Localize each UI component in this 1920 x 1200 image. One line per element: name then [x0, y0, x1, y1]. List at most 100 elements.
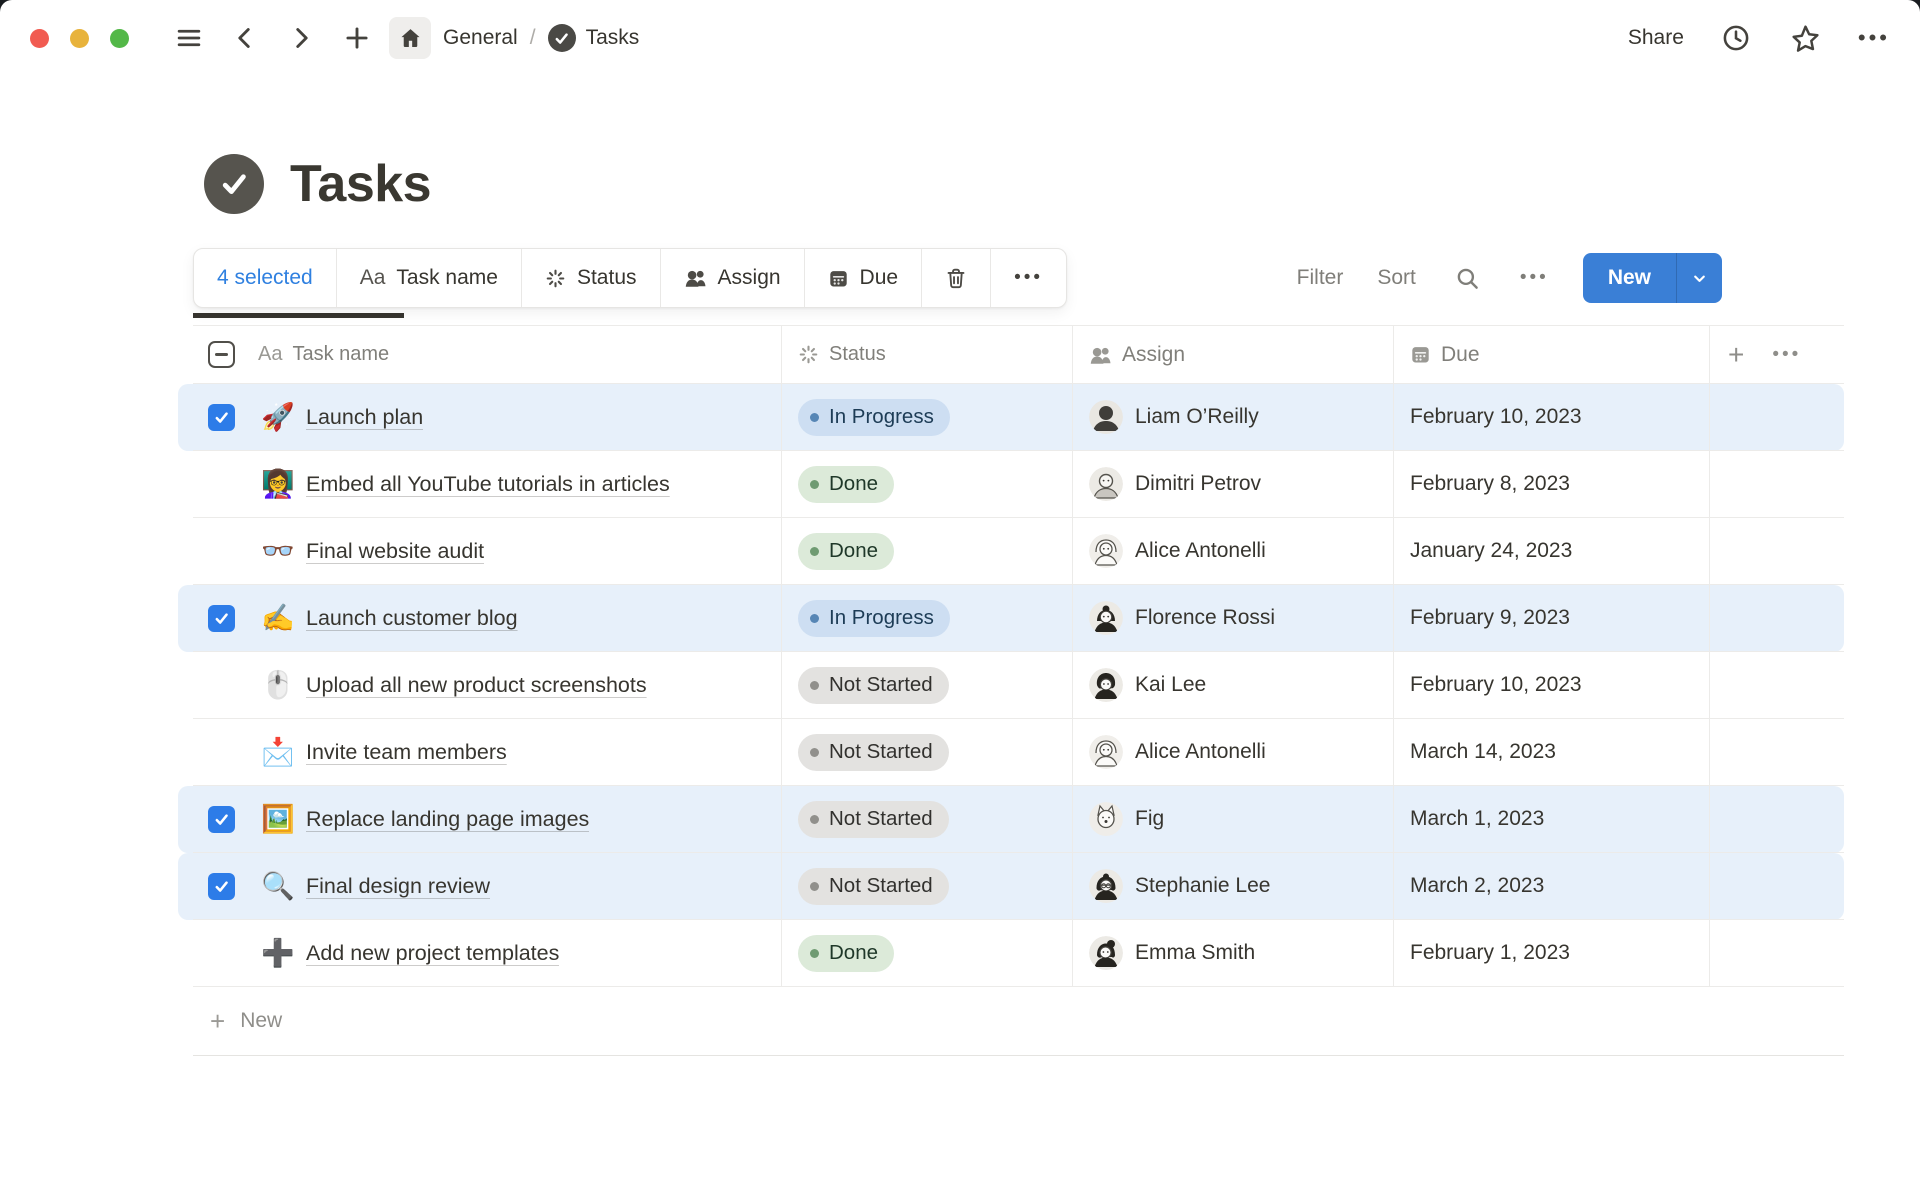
assign-cell[interactable]: Emma Smith	[1073, 920, 1394, 987]
forward-icon[interactable]	[283, 20, 319, 56]
status-pill[interactable]: Not Started	[798, 868, 949, 905]
property-status-button[interactable]: Status	[522, 249, 661, 307]
table-row[interactable]: 🚀 Launch plan In Progress Liam O’Reilly …	[193, 384, 1844, 451]
page-title[interactable]: Tasks	[290, 154, 431, 214]
due-cell[interactable]: March 14, 2023	[1394, 719, 1710, 786]
due-cell[interactable]: February 8, 2023	[1394, 451, 1710, 518]
breadcrumb-separator: /	[528, 26, 538, 50]
property-due-button[interactable]: Due	[805, 249, 923, 307]
close-window-button[interactable]	[30, 29, 49, 48]
status-cell[interactable]: Not Started	[782, 652, 1073, 719]
status-pill[interactable]: Not Started	[798, 667, 949, 704]
due-cell[interactable]: February 10, 2023	[1394, 652, 1710, 719]
due-cell[interactable]: March 2, 2023	[1394, 853, 1710, 920]
task-title-link[interactable]: Final design review	[306, 874, 490, 899]
due-cell[interactable]: March 1, 2023	[1394, 786, 1710, 853]
due-cell[interactable]: January 24, 2023	[1394, 518, 1710, 585]
status-dot	[810, 815, 819, 824]
task-title-link[interactable]: Launch customer blog	[306, 606, 518, 631]
table-row[interactable]: 📩 Invite team members Not Started Alice …	[193, 719, 1844, 786]
property-task-name-button[interactable]: Aa Task name	[337, 249, 522, 307]
sidebar-menu-icon[interactable]	[171, 20, 207, 56]
column-header-assign[interactable]: Assign	[1122, 343, 1185, 367]
status-cell[interactable]: In Progress	[782, 384, 1073, 451]
assign-cell[interactable]: Liam O’Reilly	[1073, 384, 1394, 451]
favorite-star-icon[interactable]	[1788, 20, 1824, 56]
table-row[interactable]: 🔍 Final design review Not Started Stepha…	[193, 853, 1844, 920]
share-button[interactable]: Share	[1628, 26, 1684, 50]
task-title-link[interactable]: Embed all YouTube tutorials in articles	[306, 472, 670, 497]
due-cell[interactable]: February 1, 2023	[1394, 920, 1710, 987]
new-dropdown-chevron-icon[interactable]	[1677, 269, 1722, 288]
sort-button[interactable]: Sort	[1377, 266, 1416, 290]
table-options-icon[interactable]: •••	[1772, 344, 1801, 366]
status-pill[interactable]: Done	[798, 466, 894, 503]
row-checkbox-checked[interactable]	[208, 605, 235, 632]
task-title-link[interactable]: Invite team members	[306, 740, 507, 765]
status-cell[interactable]: Not Started	[782, 853, 1073, 920]
assign-cell[interactable]: Florence Rossi	[1073, 585, 1394, 652]
property-assign-button[interactable]: Assign	[661, 249, 805, 307]
filter-button[interactable]: Filter	[1297, 266, 1344, 290]
row-extra-cell	[1710, 786, 1844, 853]
table-row[interactable]: ➕ Add new project templates Done Emma Sm…	[193, 920, 1844, 987]
status-cell[interactable]: In Progress	[782, 585, 1073, 652]
status-pill[interactable]: Not Started	[798, 734, 949, 771]
assign-cell[interactable]: Dimitri Petrov	[1073, 451, 1394, 518]
breadcrumb-page[interactable]: Tasks	[586, 26, 640, 50]
assign-cell[interactable]: Stephanie Lee	[1073, 853, 1394, 920]
assign-cell[interactable]: Alice Antonelli	[1073, 518, 1394, 585]
column-header-status[interactable]: Status	[829, 343, 886, 366]
selected-count-button[interactable]: 4 selected	[194, 249, 337, 307]
table-row[interactable]: 🖼️ Replace landing page images Not Start…	[193, 786, 1844, 853]
task-title-link[interactable]: Final website audit	[306, 539, 484, 564]
breadcrumb-section[interactable]: General	[443, 26, 518, 50]
home-button[interactable]	[389, 17, 431, 59]
status-pill[interactable]: Done	[798, 935, 894, 972]
column-header-task-name[interactable]: Task name	[292, 343, 389, 366]
row-checkbox-checked[interactable]	[208, 404, 235, 431]
row-checkbox-checked[interactable]	[208, 873, 235, 900]
task-emoji: 🖼️	[259, 806, 297, 833]
minimize-window-button[interactable]	[70, 29, 89, 48]
status-pill[interactable]: In Progress	[798, 399, 950, 436]
status-pill[interactable]: In Progress	[798, 600, 950, 637]
status-cell[interactable]: Not Started	[782, 719, 1073, 786]
assign-cell[interactable]: Kai Lee	[1073, 652, 1394, 719]
status-cell[interactable]: Done	[782, 451, 1073, 518]
status-cell[interactable]: Done	[782, 518, 1073, 585]
delete-button[interactable]	[922, 249, 991, 307]
table-row[interactable]: 👓 Final website audit Done Alice Antonel…	[193, 518, 1844, 585]
task-title-link[interactable]: Upload all new product screenshots	[306, 673, 647, 698]
assign-cell[interactable]: Fig	[1073, 786, 1394, 853]
new-page-plus-icon[interactable]	[339, 20, 375, 56]
table-row[interactable]: 🖱️ Upload all new product screenshots No…	[193, 652, 1844, 719]
add-new-row-button[interactable]: + New	[193, 987, 1844, 1056]
column-header-due[interactable]: Due	[1441, 343, 1480, 367]
task-title-link[interactable]: Replace landing page images	[306, 807, 589, 832]
view-more-icon[interactable]: •••	[1520, 267, 1549, 289]
status-pill[interactable]: Not Started	[798, 801, 949, 838]
assign-cell[interactable]: Alice Antonelli	[1073, 719, 1394, 786]
table-row[interactable]: 👩‍🏫 Embed all YouTube tutorials in artic…	[193, 451, 1844, 518]
toolbar-more-button[interactable]: •••	[991, 249, 1066, 307]
task-title-link[interactable]: Launch plan	[306, 405, 423, 430]
status-cell[interactable]: Done	[782, 920, 1073, 987]
history-clock-icon[interactable]	[1718, 20, 1754, 56]
due-cell[interactable]: February 10, 2023	[1394, 384, 1710, 451]
search-icon[interactable]	[1450, 260, 1486, 296]
task-emoji: 🖱️	[259, 672, 297, 699]
status-cell[interactable]: Not Started	[782, 786, 1073, 853]
back-icon[interactable]	[227, 20, 263, 56]
status-pill[interactable]: Done	[798, 533, 894, 570]
due-cell[interactable]: February 9, 2023	[1394, 585, 1710, 652]
zoom-window-button[interactable]	[110, 29, 129, 48]
page-icon-check-circle[interactable]	[204, 154, 264, 214]
new-button[interactable]: New	[1583, 253, 1722, 303]
select-all-checkbox[interactable]	[208, 341, 235, 368]
row-checkbox-checked[interactable]	[208, 806, 235, 833]
table-row[interactable]: ✍️ Launch customer blog In Progress Flor…	[193, 585, 1844, 652]
add-column-icon[interactable]: +	[1728, 341, 1744, 369]
more-options-icon[interactable]: •••	[1858, 25, 1890, 51]
task-title-link[interactable]: Add new project templates	[306, 941, 559, 966]
